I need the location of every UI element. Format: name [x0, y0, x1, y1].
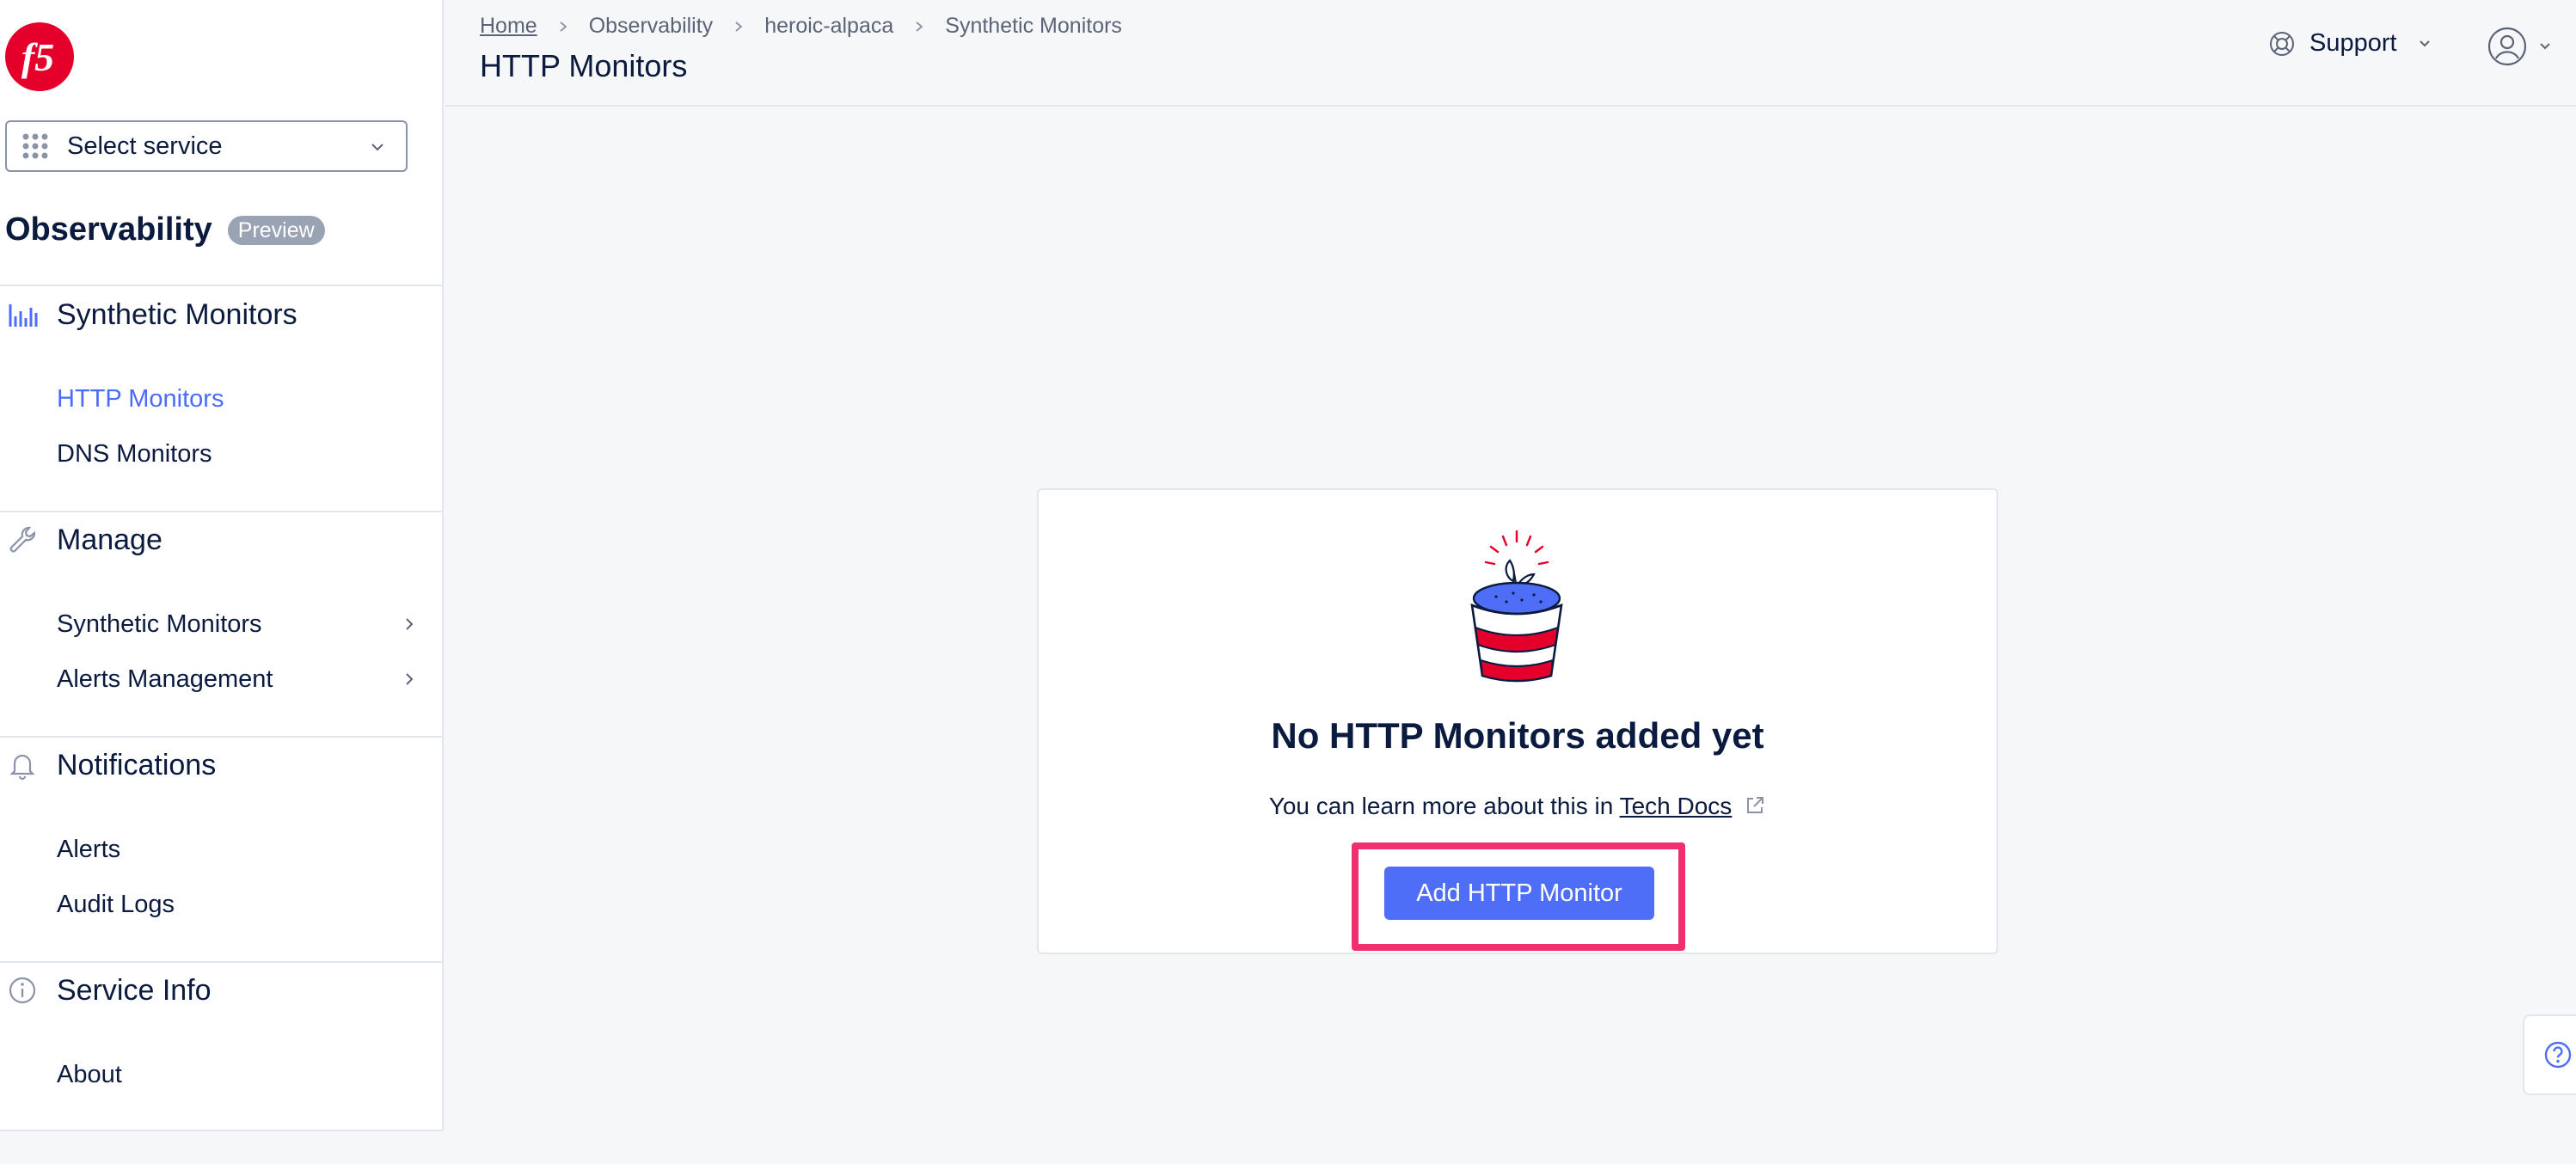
svg-text:f5: f5 — [21, 35, 54, 79]
sidebar-divider — [0, 961, 444, 963]
sidebar-item-about[interactable]: About — [57, 1061, 122, 1089]
sidebar-item-alerts[interactable]: Alerts — [57, 836, 120, 864]
chevron-down-icon — [2540, 43, 2550, 50]
support-menu[interactable]: Support — [2268, 29, 2433, 58]
preview-badge: Preview — [227, 215, 325, 245]
app-title-row: Observability Preview — [5, 211, 325, 248]
sidebar-item-alerts-management[interactable]: Alerts Management — [57, 665, 273, 694]
select-service-dropdown[interactable]: Select service — [5, 120, 408, 172]
empty-state-title: No HTTP Monitors added yet — [1271, 715, 1764, 756]
chevron-right-icon — [560, 21, 567, 32]
learn-more-text: You can learn more about this in Tech Do… — [1039, 793, 1996, 820]
page-title: HTTP Monitors — [480, 48, 688, 83]
bell-icon — [9, 754, 35, 781]
sidebar-footer — [0, 1131, 444, 1164]
sidebar-item-audit-logs[interactable]: Audit Logs — [57, 891, 175, 919]
empty-state-card: No HTTP Monitors added yet You can learn… — [1037, 488, 1998, 954]
chevron-down-icon — [371, 144, 383, 151]
app-title: Observability — [5, 211, 212, 248]
sidebar-divider — [0, 511, 444, 512]
add-http-monitor-button[interactable]: Add HTTP Monitor — [1384, 867, 1654, 920]
sidebar-divider — [0, 736, 444, 738]
chevron-right-icon — [916, 21, 923, 32]
section-title: Synthetic Monitors — [57, 297, 297, 331]
breadcrumb: Home Observability heroic-alpaca Synthet… — [480, 14, 1122, 39]
breadcrumb-namespace[interactable]: heroic-alpaca — [764, 14, 893, 39]
plant-pot-illustration — [1470, 530, 1563, 683]
top-header: Home Observability heroic-alpaca Synthet… — [445, 0, 2576, 107]
breadcrumb-synthetic-monitors[interactable]: Synthetic Monitors — [945, 14, 1122, 39]
f5-logo[interactable]: f5 — [3, 21, 76, 93]
help-icon — [2544, 1041, 2572, 1069]
info-icon — [9, 977, 36, 1004]
select-service-label: Select service — [67, 132, 223, 160]
sidebar-item-manage-synthetic-monitors[interactable]: Synthetic Monitors — [57, 610, 262, 639]
section-title: Notifications — [57, 748, 217, 781]
external-link-icon[interactable] — [1744, 794, 1766, 817]
support-label: Support — [2309, 29, 2397, 57]
learn-more-prefix: You can learn more about this in — [1268, 793, 1614, 819]
section-title: Service Info — [57, 973, 212, 1007]
sidebar-divider — [0, 285, 444, 286]
wrench-icon — [9, 526, 36, 553]
app-grid-icon — [22, 133, 48, 159]
chevron-down-icon — [2419, 40, 2430, 46]
chevron-right-icon — [406, 673, 414, 685]
lifebuoy-icon — [2270, 31, 2294, 56]
sidebar-item-dns-monitors[interactable]: DNS Monitors — [57, 440, 212, 469]
chevron-right-icon — [406, 618, 414, 630]
sidebar: f5 Select service Observability Preview — [0, 0, 444, 1164]
bar-chart-icon — [9, 304, 38, 327]
sidebar-item-http-monitors[interactable]: HTTP Monitors — [57, 385, 224, 414]
tech-docs-link[interactable]: Tech Docs — [1620, 793, 1733, 819]
breadcrumb-observability[interactable]: Observability — [589, 14, 714, 39]
breadcrumb-home[interactable]: Home — [480, 14, 537, 39]
help-tab[interactable] — [2523, 1014, 2576, 1095]
chevron-right-icon — [735, 21, 743, 32]
section-title: Manage — [57, 523, 163, 556]
user-avatar-icon — [2487, 27, 2527, 66]
user-menu[interactable] — [2487, 26, 2554, 67]
